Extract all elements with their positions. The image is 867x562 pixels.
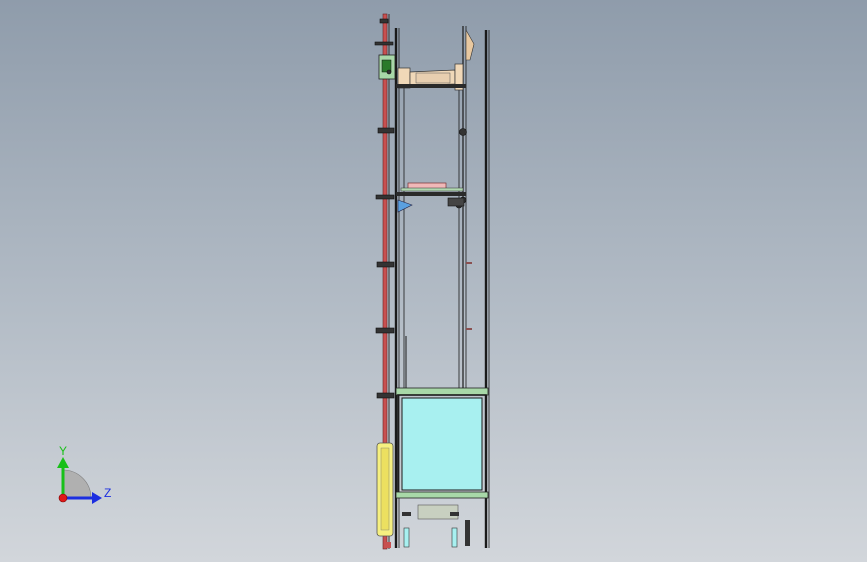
top-drive-assembly (378, 28, 475, 91)
z-axis-label: Z (104, 486, 111, 500)
y-axis-label: Y (59, 444, 67, 458)
right-brackets (466, 262, 472, 330)
side-panel (376, 442, 394, 537)
coordinate-triad: Y Z (57, 444, 111, 504)
crosshead-assembly (396, 182, 466, 213)
elevator-cabin (395, 336, 489, 520)
cad-viewport[interactable]: Y Z (0, 0, 867, 562)
drawing-canvas: Y Z (57, 13, 490, 550)
